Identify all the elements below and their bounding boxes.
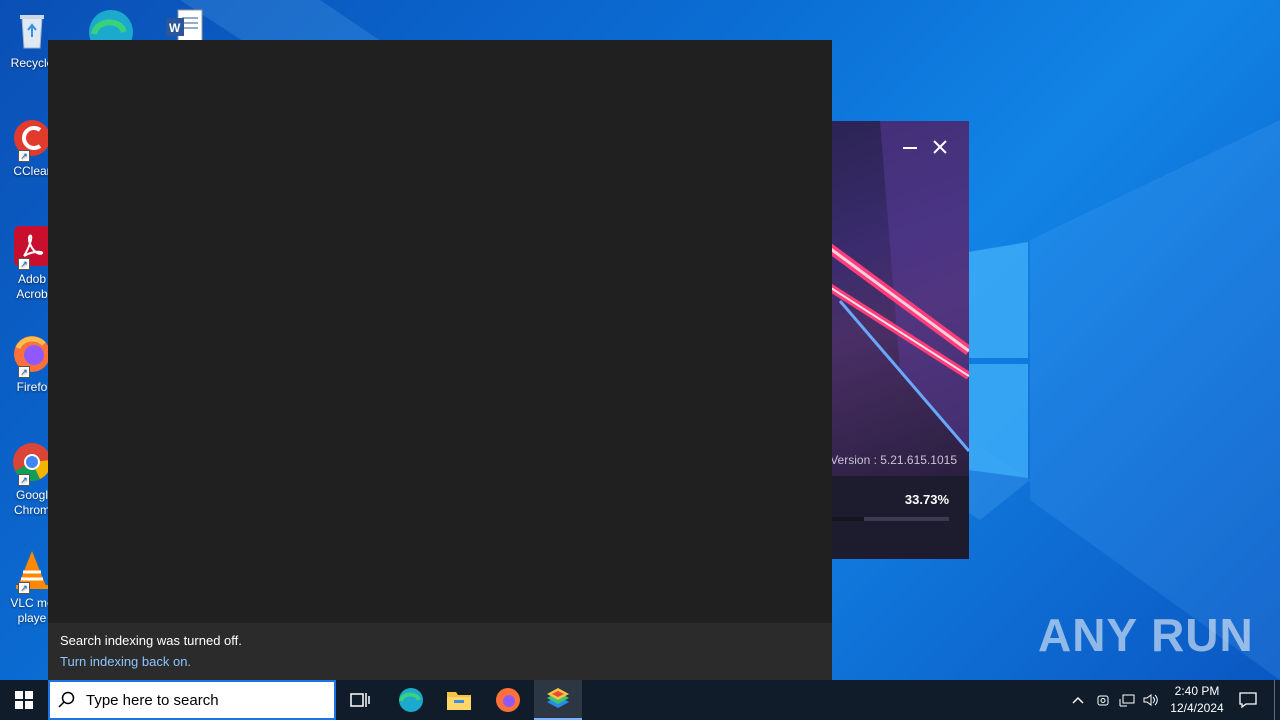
task-view-icon [350,693,370,707]
taskbar-firefox[interactable] [484,680,532,720]
close-icon [933,140,947,154]
network-button[interactable] [1116,680,1138,720]
anyrun-watermark: ANY RUN [1038,609,1254,661]
shortcut-arrow-icon: ↗ [18,474,30,486]
desktop-icon-word[interactable]: W [166,8,206,40]
firefox-icon [496,688,520,712]
network-icon [1119,694,1135,707]
start-button[interactable] [0,680,48,720]
show-desktop-button[interactable] [1274,680,1280,720]
minimize-icon [903,147,917,149]
search-icon [58,691,75,708]
installer-window[interactable]: Version : 5.21.615.1015 33.73% [820,121,969,559]
speaker-icon [1143,694,1158,706]
device-icon [1097,695,1109,706]
edge-icon [89,10,133,40]
clock-date: 12/4/2024 [1170,701,1224,715]
bluestacks-icon [547,688,569,708]
search-input[interactable] [86,691,316,709]
installer-close-button[interactable] [932,139,948,160]
shortcut-arrow-icon: ↗ [18,150,30,162]
installer-progress-bar [820,517,949,521]
folder-icon [447,692,471,710]
installer-artwork [820,121,969,476]
desktop-icon-edge[interactable] [86,4,136,40]
shortcut-arrow-icon: ↗ [18,366,30,378]
chevron-up-icon [1072,696,1084,704]
clock-time: 2:40 PM [1174,684,1220,698]
shortcut-arrow-icon: ↗ [18,582,30,594]
windows-start-icon [15,691,33,709]
turn-indexing-on-link[interactable]: Turn indexing back on. [60,654,820,669]
taskbar-edge[interactable] [387,680,435,720]
search-panel: Search indexing was turned off. Turn ind… [48,40,832,680]
taskbar: 2:40 PM 12/4/2024 [0,680,1280,720]
search-panel-footer: Search indexing was turned off. Turn ind… [48,623,832,680]
action-center-button[interactable] [1236,680,1260,720]
taskbar-bluestacks[interactable] [534,680,582,720]
tray-device-icon-button[interactable] [1092,680,1114,720]
notification-icon [1239,692,1257,708]
windows-logo-wallpaper [968,242,1028,478]
installer-progress-text: 33.73% [904,492,949,507]
word-document-icon: W [166,9,203,40]
indexing-off-message: Search indexing was turned off. [60,633,242,648]
taskbar-file-explorer[interactable] [435,680,483,720]
installer-version: Version : 5.21.615.1015 [830,453,957,467]
volume-button[interactable] [1140,680,1162,720]
installer-minimize-button[interactable] [902,139,918,160]
taskbar-search-box[interactable] [48,680,336,720]
edge-icon [399,688,423,712]
task-view-button[interactable] [336,680,384,720]
show-hidden-icons-button[interactable] [1068,680,1088,720]
shortcut-arrow-icon: ↗ [18,258,30,270]
taskbar-clock[interactable]: 2:40 PM 12/4/2024 [1160,683,1234,717]
svg-text:W: W [169,21,181,35]
